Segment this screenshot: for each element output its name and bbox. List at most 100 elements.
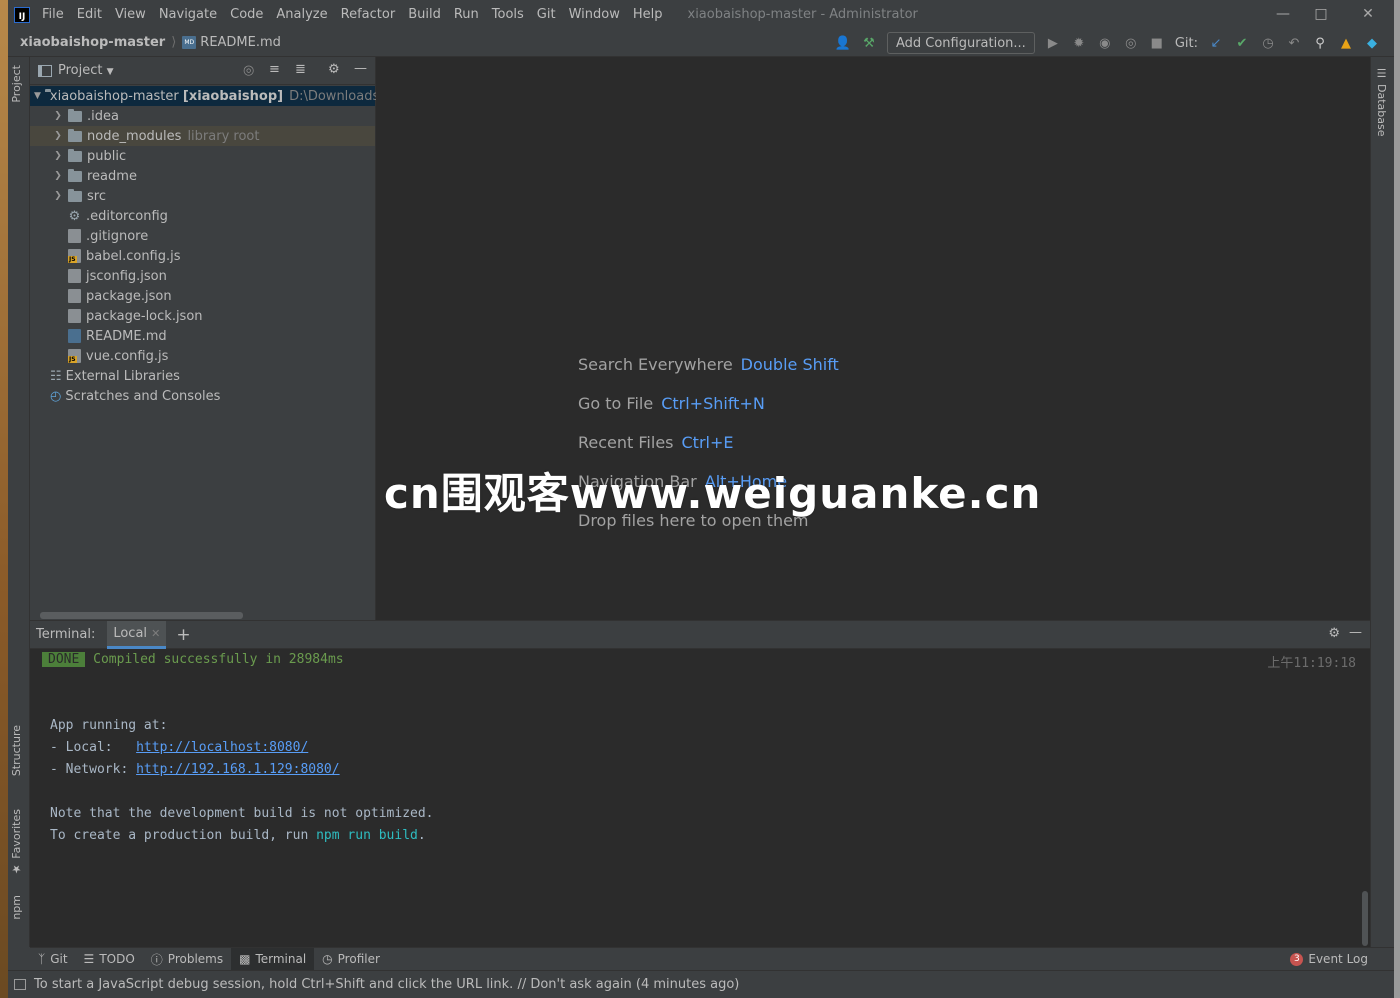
run-icon[interactable]: ▶: [1045, 35, 1061, 51]
status-message[interactable]: To start a JavaScript debug session, hol…: [34, 977, 739, 992]
chevron-right-icon[interactable]: ❯: [52, 111, 64, 121]
git-rollback-icon[interactable]: ↶: [1286, 35, 1302, 51]
tree-item-src[interactable]: ❯ src: [30, 186, 375, 206]
git-history-icon[interactable]: ◷: [1260, 35, 1276, 51]
breadcrumb-project[interactable]: xiaobaishop-master: [20, 35, 165, 50]
tree-item-editorconfig[interactable]: ⚙ .editorconfig: [30, 206, 375, 226]
breadcrumb-file[interactable]: MD README.md: [182, 35, 281, 50]
tree-item-label: jsconfig.json: [86, 268, 167, 284]
tree-item-public[interactable]: ❯ public: [30, 146, 375, 166]
bottom-tab-label: Profiler: [337, 952, 380, 966]
tool-tab-database[interactable]: ☰ Database: [1375, 67, 1388, 137]
git-update-icon[interactable]: ↙: [1208, 35, 1224, 51]
hide-panel-icon[interactable]: —: [354, 61, 367, 76]
tree-item-label: Scratches and Consoles: [65, 388, 221, 404]
stop-icon[interactable]: ■: [1149, 35, 1165, 51]
menu-edit[interactable]: Edit: [77, 7, 102, 22]
right-tool-strip: ☰ Database: [1370, 57, 1394, 947]
new-tab-plus-icon[interactable]: +: [176, 625, 190, 645]
local-url-link[interactable]: http://localhost:8080/: [136, 740, 308, 755]
menu-window[interactable]: Window: [569, 7, 620, 22]
bottom-tab-todo[interactable]: ☰ TODO: [76, 948, 143, 971]
menu-code[interactable]: Code: [230, 7, 263, 22]
git-commit-icon[interactable]: ✔: [1234, 35, 1250, 51]
project-view-selector[interactable]: Project ▼: [58, 63, 114, 78]
update-icon[interactable]: ▲: [1338, 35, 1354, 51]
gear-icon[interactable]: ⚙: [328, 62, 340, 77]
expand-all-icon[interactable]: ≡: [269, 62, 280, 77]
add-configuration-button[interactable]: Add Configuration...: [886, 32, 1035, 54]
tree-item-readme-md[interactable]: README.md: [30, 326, 375, 346]
tree-item-babel-config[interactable]: babel.config.js: [30, 246, 375, 266]
menu-git[interactable]: Git: [537, 7, 556, 22]
tree-item-node-modules[interactable]: ❯ node_modules library root: [30, 126, 375, 146]
menu-view[interactable]: View: [115, 7, 146, 22]
user-icon[interactable]: 👤: [835, 35, 851, 51]
compile-status-line: DONE Compiled successfully in 28984ms: [42, 652, 344, 667]
gear-icon[interactable]: ⚙: [1328, 626, 1340, 641]
chevron-right-icon[interactable]: ❯: [52, 171, 64, 181]
file-icon: [68, 229, 81, 243]
tree-item-package-json[interactable]: package.json: [30, 286, 375, 306]
bottom-tab-git[interactable]: ᛉ Git: [30, 948, 76, 971]
terminal-tab-local[interactable]: Local ✕: [107, 620, 167, 649]
hint-shortcut: Ctrl+Shift+N: [661, 394, 765, 413]
build-hammer-icon[interactable]: ⚒: [861, 35, 877, 51]
note-suffix: .: [417, 828, 426, 843]
menu-navigate[interactable]: Navigate: [159, 7, 217, 22]
horizontal-scrollbar[interactable]: [40, 612, 243, 619]
menu-tools[interactable]: Tools: [492, 7, 524, 22]
hint-search-everywhere: Search Everywhere Double Shift: [578, 355, 839, 374]
menu-analyze[interactable]: Analyze: [276, 7, 327, 22]
terminal-icon: ▩: [239, 952, 251, 966]
tree-item-scratches[interactable]: ◴ Scratches and Consoles: [30, 386, 375, 406]
tool-tab-structure[interactable]: Structure: [10, 725, 23, 776]
library-icon: ☷: [50, 368, 62, 384]
collapse-all-icon[interactable]: ≣: [295, 62, 306, 77]
chevron-right-icon[interactable]: ❯: [52, 131, 64, 141]
chevron-right-icon[interactable]: ❯: [52, 151, 64, 161]
menu-build[interactable]: Build: [408, 7, 441, 22]
menu-run[interactable]: Run: [454, 7, 479, 22]
chevron-right-icon[interactable]: ❯: [52, 191, 64, 201]
bottom-tab-terminal[interactable]: ▩ Terminal: [231, 947, 315, 971]
intellij-app-icon[interactable]: IJ: [14, 6, 30, 23]
code-with-me-icon[interactable]: ◆: [1364, 35, 1380, 51]
debug-icon[interactable]: ✹: [1071, 35, 1087, 51]
tree-item-gitignore[interactable]: .gitignore: [30, 226, 375, 246]
tree-item-package-lock[interactable]: package-lock.json: [30, 306, 375, 326]
tool-tab-project-label: Project: [10, 65, 23, 103]
close-icon[interactable]: ✕: [1358, 4, 1378, 24]
coverage-icon[interactable]: ◉: [1097, 35, 1113, 51]
tree-item-vue-config[interactable]: vue.config.js: [30, 346, 375, 366]
tree-item-jsconfig[interactable]: jsconfig.json: [30, 266, 375, 286]
menu-help[interactable]: Help: [633, 7, 663, 22]
tree-item-readme[interactable]: ❯ readme: [30, 166, 375, 186]
maximize-icon[interactable]: □: [1311, 4, 1331, 24]
close-tab-icon[interactable]: ✕: [151, 627, 160, 640]
toggle-tool-windows-icon[interactable]: [14, 979, 26, 990]
hide-panel-icon[interactable]: —: [1349, 625, 1362, 640]
tool-tab-project[interactable]: Project: [10, 65, 23, 103]
bottom-tab-profiler[interactable]: ◷ Profiler: [314, 948, 388, 971]
event-log-label: Event Log: [1308, 952, 1368, 966]
tree-root[interactable]: ▼ xiaobaishop-master [xiaobaishop] D:\Dow…: [30, 86, 391, 106]
js-file-icon: [68, 349, 81, 363]
bottom-tab-problems[interactable]: ⓘ Problems: [143, 948, 231, 971]
bottom-tab-label: Problems: [167, 952, 224, 966]
terminal-output[interactable]: DONE Compiled successfully in 28984ms 上午…: [30, 649, 1370, 948]
chevron-down-icon[interactable]: ▼: [34, 91, 41, 101]
tool-tab-favorites[interactable]: ★ Favorites: [10, 809, 23, 876]
event-log-button[interactable]: 3 Event Log: [1282, 948, 1394, 971]
locate-icon[interactable]: ◎: [243, 63, 254, 78]
minimize-icon[interactable]: —: [1273, 4, 1293, 24]
search-icon[interactable]: ⚲: [1312, 35, 1328, 51]
menu-file[interactable]: File: [42, 7, 64, 22]
tree-item-external-libraries[interactable]: ☷ External Libraries: [30, 366, 375, 386]
tool-tab-npm[interactable]: npm: [10, 895, 23, 920]
network-url-link[interactable]: http://192.168.1.129:8080/: [136, 762, 340, 777]
terminal-scrollbar[interactable]: [1362, 891, 1368, 946]
profile-icon[interactable]: ◎: [1123, 35, 1139, 51]
tree-item-idea[interactable]: ❯ .idea: [30, 106, 375, 126]
menu-refactor[interactable]: Refactor: [341, 7, 396, 22]
